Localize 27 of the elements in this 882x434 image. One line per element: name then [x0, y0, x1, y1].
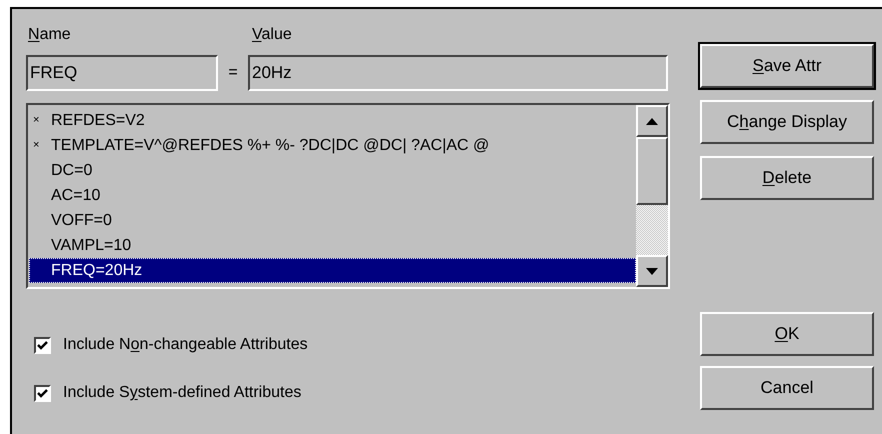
value-field[interactable]: 20Hz: [248, 55, 668, 91]
scroll-thumb[interactable]: [636, 137, 668, 205]
list-item[interactable]: AC=10: [29, 183, 636, 208]
value-label: Value: [251, 25, 292, 45]
scrollbar[interactable]: [636, 105, 668, 287]
checkbox[interactable]: [34, 336, 51, 354]
list-item[interactable]: × TEMPLATE=V^@REFDES %+ %- ?DC|DC @DC| ?AC|AC @: [29, 133, 636, 158]
check-icon: [37, 388, 48, 398]
push-button[interactable]: Delete: [700, 156, 874, 200]
check-icon: [37, 340, 48, 350]
scroll-up-icon[interactable]: [636, 105, 668, 137]
name-label: Name: [27, 25, 72, 45]
checkbox[interactable]: [34, 384, 51, 402]
list-item[interactable]: VAMPL=10: [29, 233, 636, 258]
name-field[interactable]: FREQ: [26, 55, 218, 91]
checkbox-label[interactable]: Include Non-changeable Attributes: [63, 333, 308, 357]
scroll-down-icon[interactable]: [636, 255, 668, 287]
push-button[interactable]: Change Display: [700, 100, 874, 144]
push-button[interactable]: Cancel: [700, 366, 874, 410]
list-item[interactable]: VOFF=0: [29, 208, 636, 233]
equals-sign: =: [227, 63, 239, 83]
list-item[interactable]: × REFDES=V2: [29, 108, 636, 133]
push-button[interactable]: Save Attr: [700, 44, 874, 88]
list-item[interactable]: DC=0: [29, 158, 636, 183]
push-button[interactable]: OK: [700, 312, 874, 356]
list-item[interactable]: FREQ=20Hz: [29, 258, 636, 283]
checkbox-label[interactable]: Include System-defined Attributes: [63, 381, 302, 405]
